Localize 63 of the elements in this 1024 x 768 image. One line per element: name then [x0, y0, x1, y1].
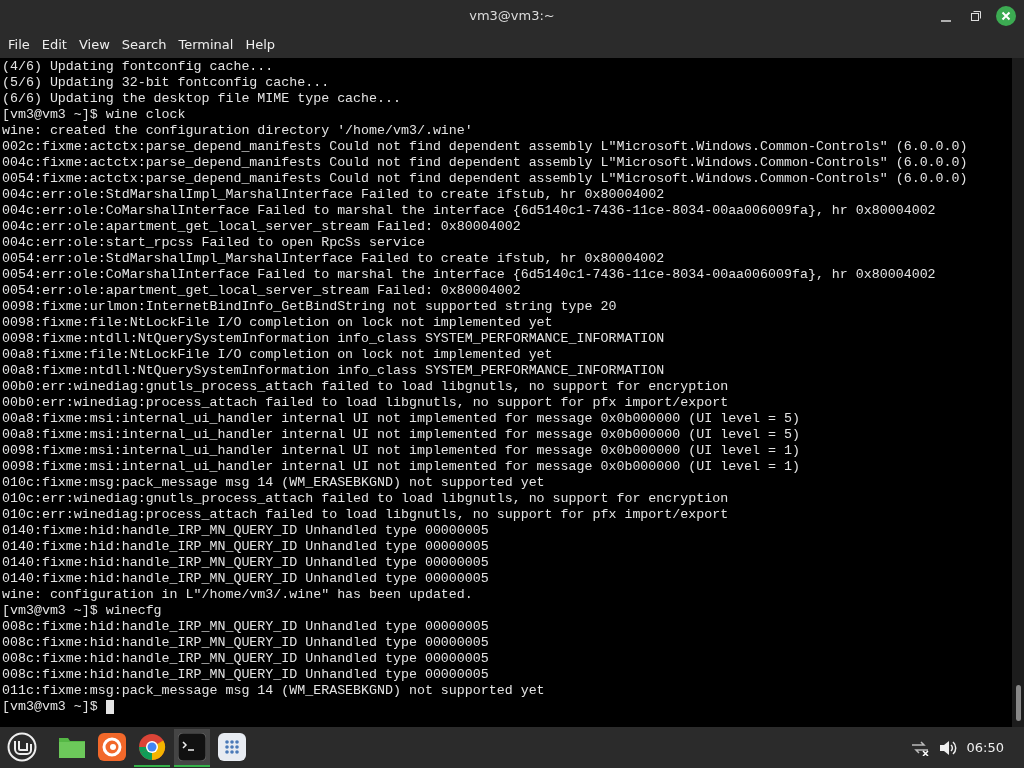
terminal-line: 0140:fixme:hid:handle_IRP_MN_QUERY_ID Unhandled type 00000005 [2, 571, 490, 587]
terminal-icon [178, 732, 206, 761]
menu-logo-icon [7, 731, 37, 762]
terminal-line: 0054:err:ole:CoMarshalInterface Failed to marshal the interface {6d5140c1-7436-11ce-8034-00aa006009fa}, hr 0x80004002 [2, 267, 937, 283]
terminal-line: 0098:fixme:ntdll:NtQuerySystemInformation info_class SYSTEM_PERFORMANCE_INFORMATION [2, 331, 666, 347]
terminal-line: 00b0:err:winediag:process_attach failed to load libgnutls, no support for pfx import/export [2, 395, 730, 411]
terminal-line: 004c:err:ole:StdMarshalImpl_MarshalInterface Failed to create ifstub, hr 0x80004002 [2, 187, 666, 203]
menu-item[interactable]: Edit [35, 32, 73, 58]
terminal-line: 0098:fixme:file:NtLockFile I/O completion on lock not implemented yet [2, 315, 554, 331]
terminal-line: 008c:fixme:hid:handle_IRP_MN_QUERY_ID Unhandled type 00000005 [2, 619, 490, 635]
terminal-line: [vm3@vm3 ~]$ wine clock [2, 107, 187, 123]
terminal-line: 00a8:fixme:ntdll:NtQuerySystemInformation info_class SYSTEM_PERFORMANCE_INFORMATION [2, 363, 666, 379]
terminal-line: 008c:fixme:hid:handle_IRP_MN_QUERY_ID Unhandled type 00000005 [2, 667, 490, 683]
terminal-line: 008c:fixme:hid:handle_IRP_MN_QUERY_ID Unhandled type 00000005 [2, 635, 490, 651]
maximize-icon [971, 11, 981, 21]
terminal-line: 004c:err:ole:apartment_get_local_server_stream Failed: 0x80004002 [2, 219, 522, 235]
terminal-line: 0140:fixme:hid:handle_IRP_MN_QUERY_ID Unhandled type 00000005 [2, 539, 490, 555]
terminal-line: (5/6) Updating 32-bit fontconfig cache... [2, 75, 331, 91]
menu-item[interactable]: Help [239, 32, 282, 58]
window-title: vm3@vm3:~ [469, 8, 555, 23]
app-grid-icon [218, 732, 246, 761]
menu-item[interactable]: Terminal [172, 32, 240, 58]
terminal-line: 010c:fixme:msg:pack_message msg 14 (WM_ERASEBKGND) not supported yet [2, 475, 546, 491]
terminal-line: 00b0:err:winediag:gnutls_process_attach failed to load libgnutls, no support for encryption [2, 379, 730, 395]
terminal-line: 004c:err:ole:start_rpcss Failed to open RpcSs service [2, 235, 426, 251]
close-icon [996, 6, 1016, 26]
terminal-line: 0098:fixme:msi:internal_ui_handler internal UI not implemented for message 0x0b000000 (UI level = 1) [2, 443, 801, 459]
terminal-line: 0054:err:ole:StdMarshalImpl_MarshalInterface Failed to create ifstub, hr 0x80004002 [2, 251, 666, 267]
terminal-line: 004c:err:ole:CoMarshalInterface Failed to marshal the interface {6d5140c1-7436-11ce-8034-00aa006009fa}, hr 0x80004002 [2, 203, 937, 219]
terminal-line: 008c:fixme:hid:handle_IRP_MN_QUERY_ID Unhandled type 00000005 [2, 651, 490, 667]
terminal-line: 011c:fixme:msg:pack_message msg 14 (WM_ERASEBKGND) not supported yet [2, 683, 546, 699]
browser-icon [138, 732, 166, 761]
menu-item[interactable]: View [72, 32, 116, 58]
text-cursor [105, 700, 114, 714]
close-button[interactable] [994, 4, 1018, 28]
scrollbar-thumb[interactable] [1015, 685, 1021, 721]
taskbar-button[interactable] [174, 728, 210, 767]
terminal-line: 010c:err:winediag:process_attach failed to load libgnutls, no support for pfx import/export [2, 507, 730, 523]
terminal-line: 0140:fixme:hid:handle_IRP_MN_QUERY_ID Unhandled type 00000005 [2, 555, 490, 571]
terminal-line: 0054:err:ole:apartment_get_local_server_stream Failed: 0x80004002 [2, 283, 522, 299]
terminal-line: (6/6) Updating the desktop file MIME type cache... [2, 91, 402, 107]
terminal-line: [vm3@vm3 ~]$ winecfg [2, 603, 163, 619]
clock[interactable]: 06:50 [966, 737, 1004, 758]
network-icon[interactable] [910, 739, 929, 756]
terminal-line: 004c:fixme:actctx:parse_depend_manifests Could not find dependent assembly L"Microsoft.Windows.Common-Controls" (6.0.0.0) [2, 155, 969, 171]
menu-item[interactable]: Search [115, 32, 173, 58]
terminal-line: 00a8:fixme:file:NtLockFile I/O completion on lock not implemented yet [2, 347, 554, 363]
terminal-prompt: [vm3@vm3 ~]$ [2, 699, 98, 715]
terminal-line: wine: created the configuration directory '/home/vm3/.wine' [2, 123, 474, 139]
terminal-line: 0054:fixme:actctx:parse_depend_manifests Could not find dependent assembly L"Microsoft.Windows.Common-Controls" (6.0.0.0) [2, 171, 969, 187]
terminal-line: 0098:fixme:msi:internal_ui_handler internal UI not implemented for message 0x0b000000 (UI level = 1) [2, 459, 801, 475]
terminal-line: 002c:fixme:actctx:parse_depend_manifests Could not find dependent assembly L"Microsoft.Windows.Common-Controls" (6.0.0.0) [2, 139, 969, 155]
browser-icon [98, 732, 126, 761]
terminal-line: wine: configuration in L"/home/vm3/.wine" has been updated. [2, 587, 474, 603]
terminal-line: 010c:err:winediag:gnutls_process_attach failed to load libgnutls, no support for encryption [2, 491, 730, 507]
terminal-line: 0098:fixme:urlmon:InternetBindInfo_GetBindString not supported string type 20 [2, 299, 618, 315]
terminal-line: 00a8:fixme:msi:internal_ui_handler internal UI not implemented for message 0x0b000000 (UI level = 5) [2, 427, 801, 443]
terminal-line: 0140:fixme:hid:handle_IRP_MN_QUERY_ID Unhandled type 00000005 [2, 523, 490, 539]
menu-item[interactable]: File [2, 32, 36, 58]
minimize-icon [941, 20, 951, 22]
terminal-line: (4/6) Updating fontconfig cache... [2, 59, 275, 75]
volume-icon[interactable] [938, 739, 957, 756]
terminal-line: 00a8:fixme:msi:internal_ui_handler internal UI not implemented for message 0x0b000000 (UI level = 5) [2, 411, 801, 427]
